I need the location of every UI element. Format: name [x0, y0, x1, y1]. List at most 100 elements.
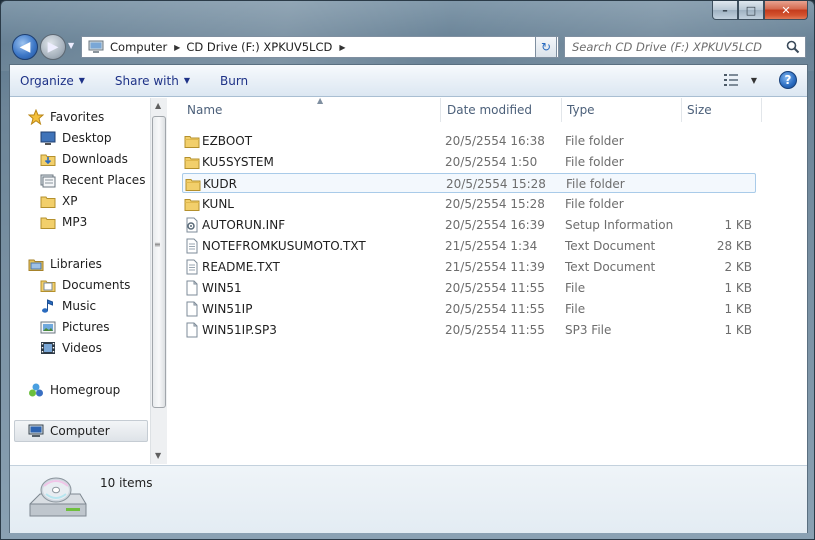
breadcrumb-label: CD Drive (F:) XPKUV5LCD	[186, 40, 333, 54]
minimize-button[interactable]: –	[712, 1, 738, 20]
file-type: Text Document	[565, 260, 656, 274]
scroll-up-icon[interactable]: ▲	[155, 101, 161, 110]
file-row[interactable]: AUTORUN.INF 20/5/2554 16:39 Setup Informat…	[182, 215, 756, 235]
nav-videos[interactable]: Videos	[40, 338, 102, 358]
file-row[interactable]: KUNL 20/5/2554 15:28 File folder	[182, 194, 756, 214]
command-bar: Organize ▼ Share with ▼ Burn ▼ ?	[10, 65, 807, 97]
nav-label: Documents	[62, 278, 131, 292]
help-icon[interactable]: ?	[779, 71, 797, 89]
file-date-modified: 20/5/2554 15:28	[445, 197, 545, 211]
nav-desktop[interactable]: Desktop	[40, 128, 112, 148]
nav-xp[interactable]: XP	[40, 191, 77, 211]
column-type[interactable]: Type	[562, 98, 682, 122]
recent-pages-dropdown[interactable]: ▼	[68, 41, 74, 50]
file-size: 1 KB	[724, 281, 752, 295]
file-date-modified: 20/5/2554 16:39	[445, 218, 545, 232]
nav-label: Libraries	[50, 257, 102, 271]
organize-button[interactable]: Organize ▼	[20, 74, 85, 88]
scrollbar-thumb[interactable]	[152, 116, 166, 408]
file-type: Text Document	[565, 239, 656, 253]
file-type: File folder	[566, 177, 625, 191]
nav-label: Recent Places	[62, 173, 146, 187]
breadcrumb-computer[interactable]: Computer ▶	[110, 40, 180, 54]
file-row[interactable]: KU5SYSTEM 20/5/2554 1:50 File folder	[182, 152, 756, 172]
libraries-icon	[28, 259, 44, 271]
nav-documents[interactable]: Documents	[40, 275, 130, 295]
file-type: SP3 File	[565, 323, 612, 337]
file-row[interactable]: WIN51 20/5/2554 11:55 File 1 KB	[182, 278, 756, 298]
file-icon	[186, 301, 198, 317]
star-icon	[28, 109, 44, 125]
folder-icon	[40, 196, 56, 208]
column-label: Type	[567, 103, 595, 117]
nav-mp3[interactable]: MP3	[40, 212, 87, 232]
scroll-down-icon[interactable]: ▼	[155, 451, 161, 460]
refresh-button[interactable]: ↻	[535, 36, 557, 58]
file-name: WIN51IP	[202, 302, 253, 316]
computer-icon	[88, 40, 104, 53]
chevron-right-icon[interactable]: ▶	[339, 43, 345, 52]
maximize-button[interactable]: □	[738, 1, 764, 20]
close-button[interactable]: ✕	[764, 1, 808, 20]
cd-drive-icon	[29, 477, 87, 517]
column-name[interactable]: Name ▲	[182, 96, 441, 122]
nav-pictures[interactable]: Pictures	[40, 317, 110, 337]
chevron-down-icon: ▼	[78, 76, 85, 85]
nav-label: XP	[62, 194, 78, 208]
file-size: 1 KB	[724, 218, 752, 232]
share-with-button[interactable]: Share with ▼	[115, 74, 190, 88]
address-bar[interactable]: Computer ▶ CD Drive (F:) XPKUV5LCD ▶ ▼	[81, 36, 559, 58]
nav-label: Music	[62, 299, 97, 313]
column-date-modified[interactable]: Date modified	[442, 98, 562, 122]
file-type: Setup Information	[565, 218, 674, 232]
nav-pane-scrollbar[interactable]: ▲ ≡ ▼	[150, 98, 167, 464]
file-row[interactable]: WIN51IP.SP3 20/5/2554 11:55 SP3 File 1 KB	[182, 320, 756, 340]
file-row[interactable]: KUDR 20/5/2554 15:28 File folder	[182, 173, 756, 193]
file-name: README.TXT	[202, 260, 280, 274]
search-icon[interactable]	[786, 40, 800, 54]
sort-ascending-icon: ▲	[317, 96, 324, 105]
item-count: 10 items	[100, 476, 153, 490]
forward-button[interactable]: ▶	[40, 34, 66, 60]
nav-libraries[interactable]: Libraries	[28, 254, 102, 274]
pictures-icon	[40, 321, 56, 334]
nav-music[interactable]: Music	[40, 296, 96, 316]
file-size: 28 KB	[716, 239, 752, 253]
chevron-right-icon[interactable]: ▶	[174, 43, 180, 52]
organize-label: Organize	[20, 73, 74, 88]
breadcrumb-cd-drive[interactable]: CD Drive (F:) XPKUV5LCD ▶	[186, 40, 345, 54]
file-list: Name ▲ Date modified Type Size EZBOOT 20/…	[168, 96, 807, 464]
details-pane: 10 items	[10, 465, 807, 533]
nav-label: Videos	[62, 341, 102, 355]
nav-label: Favorites	[50, 110, 105, 124]
file-row[interactable]: WIN51IP 20/5/2554 11:55 File 1 KB	[182, 299, 756, 319]
file-date-modified: 20/5/2554 11:55	[445, 281, 545, 295]
client-area: Organize ▼ Share with ▼ Burn ▼ ? Favorit…	[9, 64, 808, 533]
nav-favorites[interactable]: Favorites	[28, 107, 104, 127]
file-row[interactable]: EZBOOT 20/5/2554 16:38 File folder	[182, 131, 756, 151]
file-icon	[186, 322, 198, 338]
nav-homegroup[interactable]: Homegroup	[28, 380, 120, 400]
burn-button[interactable]: Burn	[220, 74, 248, 88]
column-label: Date modified	[447, 103, 533, 117]
file-name: WIN51IP.SP3	[202, 323, 277, 337]
file-name: KU5SYSTEM	[202, 155, 274, 169]
folder-icon	[184, 199, 200, 211]
music-icon	[42, 299, 53, 313]
back-button[interactable]: ◀	[12, 34, 38, 60]
file-type: File folder	[565, 134, 624, 148]
nav-label: Computer	[50, 424, 110, 438]
view-details-icon[interactable]	[723, 73, 739, 87]
file-row[interactable]: README.TXT 21/5/2554 11:39 Text Document 2 …	[182, 257, 756, 277]
file-row[interactable]: NOTEFROMKUSUMOTO.TXT 21/5/2554 1:34 Text D…	[182, 236, 756, 256]
nav-label: Desktop	[62, 131, 112, 145]
navigation-pane: Favorites Desktop Downloads Recent Place…	[10, 98, 167, 464]
file-size: 1 KB	[724, 302, 752, 316]
chevron-down-icon[interactable]: ▼	[751, 76, 757, 85]
file-type: File folder	[565, 197, 624, 211]
nav-downloads[interactable]: Downloads	[40, 149, 128, 169]
nav-recent-places[interactable]: Recent Places	[40, 170, 145, 190]
column-size[interactable]: Size	[682, 98, 762, 122]
search-input[interactable]: Search CD Drive (F:) XPKUV5LCD	[564, 36, 806, 58]
nav-computer[interactable]: Computer	[14, 420, 148, 442]
